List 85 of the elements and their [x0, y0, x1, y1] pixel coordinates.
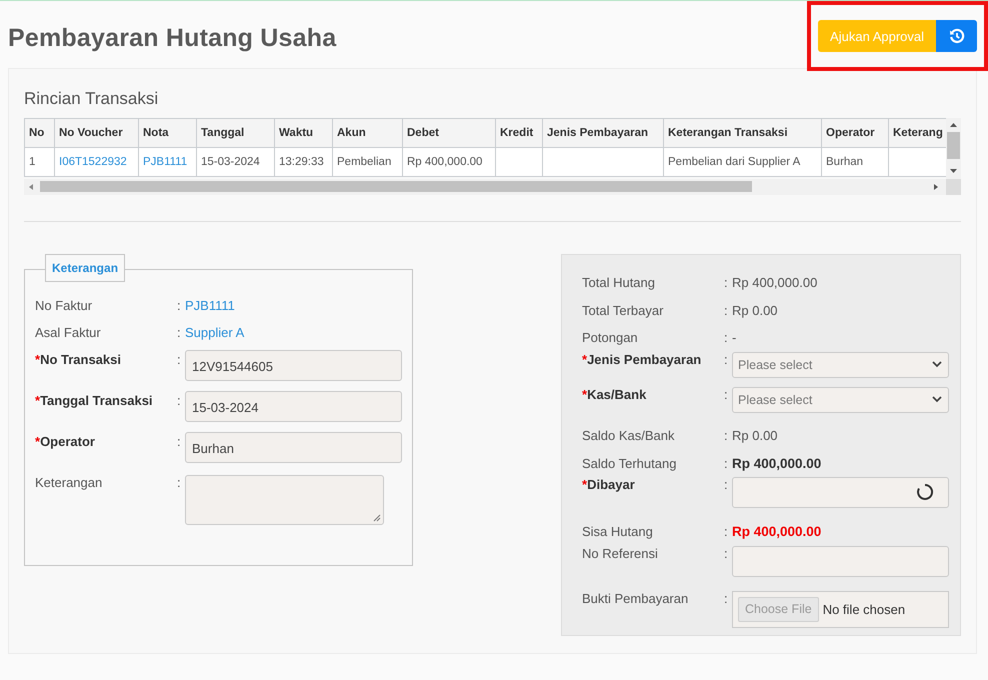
table-cell[interactable]: PJB1111 [138, 148, 196, 176]
table-cell: 15-03-2024 [196, 148, 274, 176]
colon: : [177, 393, 182, 408]
history-button[interactable] [936, 20, 977, 52]
input-field[interactable]: 15-03-2024 [185, 391, 402, 422]
colon: : [724, 428, 729, 444]
field-value: Rp 400,000.00 [732, 524, 822, 540]
colon: : [177, 352, 182, 367]
colon: : [724, 386, 729, 402]
field-label: Potongan [582, 330, 639, 346]
input-field[interactable] [732, 476, 949, 508]
select-field[interactable]: Please select [732, 352, 949, 378]
field-label: No Faktur [35, 298, 94, 313]
field-label: *Jenis Pembayaran [582, 352, 702, 367]
field-label: Saldo Terhutang [582, 456, 678, 471]
file-status: No file chosen [822, 602, 906, 617]
column-header: Akun [332, 118, 402, 148]
field-label: No Referensi [582, 546, 659, 561]
field-label: *No Transaksi [35, 352, 122, 367]
colon: : [724, 590, 729, 606]
input-field[interactable] [732, 546, 949, 577]
column-header: Kredit [496, 118, 542, 148]
section-title: Rincian Transaksi [24, 89, 160, 109]
field-label: Asal Faktur [35, 325, 102, 340]
resize-grip-icon[interactable] [373, 514, 381, 522]
field-label: *Dibayar [582, 476, 636, 492]
field-value: Rp 400,000.00 [732, 456, 822, 471]
field-label: Bukti Pembayaran [582, 590, 690, 606]
history-icon [948, 28, 964, 44]
colon: : [177, 325, 182, 340]
column-header: Operator [822, 118, 888, 148]
input-field[interactable]: Burhan [185, 432, 402, 463]
field-link[interactable]: PJB1111 [185, 298, 402, 313]
colon: : [724, 524, 729, 540]
column-header: Jenis Pembayaran [542, 118, 664, 148]
table-cell: Burhan [822, 148, 888, 176]
field-value: Rp 0.00 [732, 302, 779, 318]
legend: Keterangan [45, 254, 126, 282]
chevron-icon [932, 396, 942, 404]
field-label: *Operator [35, 434, 96, 449]
table-cell: Pembelian dari Supplier A [664, 148, 822, 176]
field-label: Total Terbayar [582, 302, 664, 318]
vertical-scrollbar[interactable] [946, 118, 961, 179]
field-label: *Kas/Bank [582, 386, 648, 402]
colon: : [724, 330, 729, 346]
table-cell [496, 148, 542, 176]
colon: : [724, 302, 729, 318]
input-field[interactable]: 12V91544605 [185, 350, 402, 381]
horizontal-scrollbar[interactable] [24, 179, 961, 195]
field-value: Rp 400,000.00 [732, 275, 818, 290]
colon: : [177, 434, 182, 449]
colon: : [724, 456, 729, 471]
field-label: Total Hutang [582, 275, 656, 290]
field-link[interactable]: Supplier A [185, 325, 402, 340]
column-header: No [24, 118, 54, 148]
colon: : [724, 275, 729, 290]
colon: : [177, 298, 182, 313]
field-value: Rp 0.00 [732, 428, 779, 444]
table-cell: 1 [24, 148, 54, 176]
field-label: Keterangan [35, 475, 104, 490]
choose-file-button[interactable]: Choose File [738, 596, 819, 622]
column-header: Tanggal [196, 118, 274, 148]
page-title: Pembayaran Hutang Usaha [8, 24, 336, 52]
column-header: No Voucher [54, 118, 138, 148]
field-label: Saldo Kas/Bank [582, 428, 676, 444]
field-label: Sisa Hutang [582, 524, 654, 540]
table-cell[interactable]: I06T1522932 [54, 148, 138, 176]
file-field[interactable]: Choose File No file chosen [732, 590, 949, 628]
table-cell: 13:29:33 [274, 148, 332, 176]
column-header: Keterangan Transaksi [664, 118, 822, 148]
table-cell: Rp 400,000.00 [402, 148, 496, 176]
select-field[interactable]: Please select [732, 386, 949, 413]
colon: : [177, 475, 182, 490]
field-value: - [732, 330, 738, 346]
column-header: Nota [138, 118, 196, 148]
column-header: Keterang [888, 118, 946, 148]
field-label: *Tanggal Transaksi [35, 393, 154, 408]
column-header: Waktu [274, 118, 332, 148]
column-header: Debet [402, 118, 496, 148]
colon: : [724, 546, 729, 561]
colon: : [724, 352, 729, 367]
table-cell: Pembelian [332, 148, 402, 176]
table-cell [888, 148, 946, 176]
colon: : [724, 476, 729, 492]
chevron-icon [932, 361, 942, 368]
